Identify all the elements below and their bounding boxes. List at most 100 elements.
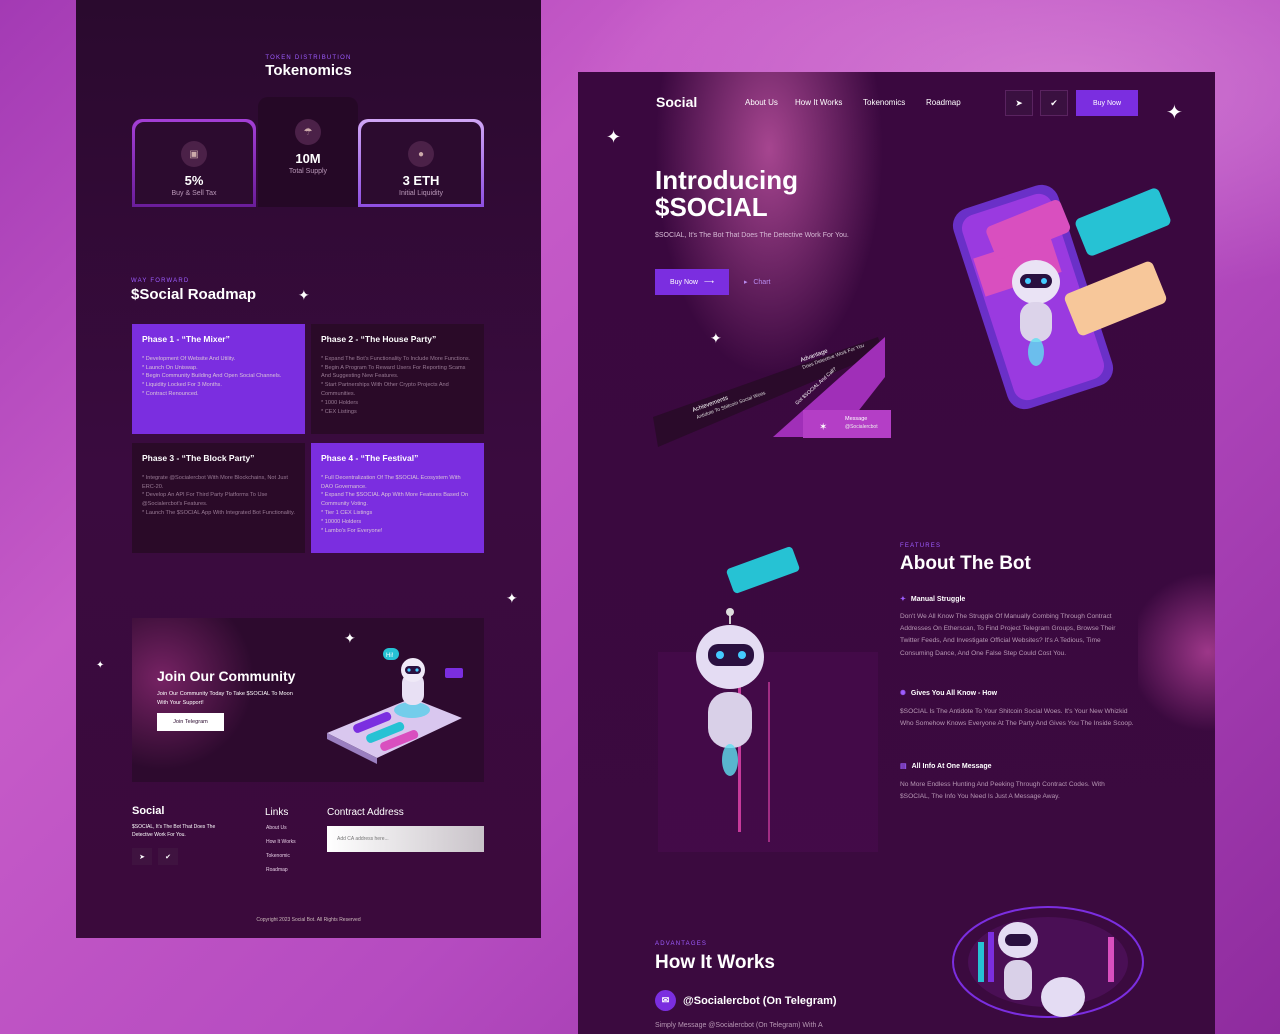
hero-phone-robot-illustration bbox=[952, 184, 1171, 410]
join-telegram-button[interactable]: Join Telegram bbox=[157, 713, 224, 731]
footer-link-how[interactable]: How It Works bbox=[266, 839, 296, 845]
list-item: * Launch On Uniswap. bbox=[142, 364, 198, 371]
features-title: About The Bot bbox=[900, 553, 1031, 574]
copyright: Copyright 2023 Social Bot. All Rights Re… bbox=[256, 917, 361, 923]
contract-address-title: Contract Address bbox=[327, 807, 404, 818]
message-icon: ▤ bbox=[900, 763, 907, 770]
list-item: * Integrate @Socialercbot With More Bloc… bbox=[142, 474, 288, 490]
banner-message-label: Message bbox=[845, 416, 867, 422]
footer-tagline: $SOCIAL, It's The Bot That Does The Dete… bbox=[132, 824, 216, 838]
list-item: * Start Partnerships With Other Crypto P… bbox=[321, 382, 449, 398]
feature-title-1: ✦ Manual Struggle bbox=[900, 595, 965, 604]
card-label: Buy & Sell Tax bbox=[171, 190, 217, 197]
phase-list: * Full Decentralization Of The $SOCIAL E… bbox=[321, 474, 474, 537]
left-page-panel: TOKEN DISTRIBUTION Tokenomics ▣ 5% Buy &… bbox=[76, 0, 541, 938]
footer-link-about[interactable]: About Us bbox=[266, 825, 287, 831]
roadmap-eyebrow: WAY FORWARD bbox=[131, 278, 190, 284]
nav-buy-button[interactable]: Buy Now bbox=[1076, 90, 1138, 116]
sparkle-icon: ✦ bbox=[96, 660, 105, 671]
contract-address-input[interactable] bbox=[327, 826, 484, 852]
phase-list: * Development Of Website And Utility. * … bbox=[142, 355, 295, 400]
feature-text-3: No More Endless Hunting And Peeking Thro… bbox=[900, 781, 1105, 801]
sparkle-icon: ✦ bbox=[1166, 102, 1183, 124]
telegram-icon[interactable]: ➤ bbox=[1005, 90, 1033, 116]
twitter-icon[interactable]: ✔ bbox=[158, 848, 178, 865]
how-robots-illustration bbox=[952, 906, 1144, 1018]
footer-link-roadmap[interactable]: Roadmap bbox=[266, 867, 288, 873]
hero-title: Introducing $SOCIAL bbox=[655, 165, 798, 223]
how-text: Simply Message @Socialercbot (On Telegra… bbox=[655, 1022, 823, 1029]
phase-list: * Expand The Bot's Functionality To Incl… bbox=[321, 355, 474, 418]
card-label: Total Supply bbox=[288, 168, 328, 175]
card-value: 10M bbox=[295, 151, 321, 166]
sparkle-icon: ✦ bbox=[506, 590, 518, 606]
community-banner: Join Our Community Join Our Community To… bbox=[132, 618, 484, 782]
tokenomics-eyebrow: TOKEN DISTRIBUTION bbox=[265, 55, 352, 61]
tokenomics-cards: ▣ 5% Buy & Sell Tax ☂ 10M Total Supply ●… bbox=[132, 97, 484, 207]
banner-message-text: @Socialercbot bbox=[845, 424, 878, 430]
community-phone-illustration: Hi! bbox=[327, 648, 463, 764]
footer-links-title: Links bbox=[265, 807, 289, 818]
list-item: * Begin A Program To Reward Users For Re… bbox=[321, 364, 466, 380]
feature-title-text: All Info At One Message bbox=[911, 762, 992, 770]
phase-title: Phase 2 - “The House Party” bbox=[321, 334, 437, 344]
how-telegram-handle: ✉ @Socialercbot (On Telegram) bbox=[655, 990, 837, 1011]
features-eyebrow: FEATURES bbox=[900, 543, 942, 549]
tokenomics-card-supply: ☂ 10M Total Supply bbox=[258, 97, 358, 207]
hero-chart-link[interactable]: ▸ Chart bbox=[744, 278, 770, 286]
list-item: * Launch The $SOCIAL App With Integrated… bbox=[142, 510, 295, 517]
tokenomics-title: Tokenomics bbox=[265, 62, 352, 79]
list-item: * Lambo's For Everyone! bbox=[321, 528, 383, 535]
phase-card-3: Phase 3 - “The Block Party” * Integrate … bbox=[132, 443, 305, 553]
bubble-text: Hi! bbox=[386, 653, 394, 659]
right-page-panel: Social About Us How It Works Tokenomics … bbox=[578, 72, 1215, 1034]
hero-buy-label: Buy Now bbox=[669, 278, 698, 286]
nav-link-how[interactable]: How It Works bbox=[795, 98, 842, 107]
phase-card-1: Phase 1 - “The Mixer” * Development Of W… bbox=[132, 324, 305, 434]
feature-title-3: ▤ All Info At One Message bbox=[900, 762, 992, 771]
list-item: * Begin Community Building And Open Soci… bbox=[142, 373, 282, 380]
phase-list: * Integrate @Socialercbot With More Bloc… bbox=[142, 474, 295, 519]
list-item: * Develop An API For Third Party Platfor… bbox=[142, 492, 268, 508]
twitter-icon[interactable]: ✔ bbox=[1040, 90, 1068, 116]
nav-link-roadmap[interactable]: Roadmap bbox=[926, 98, 961, 107]
chat-icon: ✉ bbox=[655, 990, 676, 1011]
roadmap-header: WAY FORWARD $Social Roadmap bbox=[131, 278, 256, 303]
play-icon: ▸ bbox=[744, 279, 748, 286]
community-text: Join Our Community Today To Take $SOCIAL… bbox=[157, 691, 293, 706]
telegram-icon[interactable]: ➤ bbox=[132, 848, 152, 865]
list-item: * 1000 Holders bbox=[321, 400, 359, 407]
hero-title-line1: Introducing bbox=[655, 165, 798, 195]
how-eyebrow: ADVANTAGES bbox=[655, 941, 708, 947]
card-value: 5% bbox=[184, 173, 204, 188]
tokenomics-header: TOKEN DISTRIBUTION Tokenomics bbox=[76, 55, 541, 79]
nav-link-tokenomics[interactable]: Tokenomics bbox=[863, 98, 905, 107]
list-item: * Full Decentralization Of The $SOCIAL E… bbox=[321, 474, 461, 490]
side-glow bbox=[1138, 552, 1215, 752]
sparkle-icon: ✦ bbox=[900, 596, 906, 603]
list-item: * 10000 Holders bbox=[321, 519, 362, 526]
list-item: * Tier 1 CEX Listings bbox=[321, 510, 373, 517]
phase-title: Phase 1 - “The Mixer” bbox=[142, 334, 230, 344]
sparkle-icon: ✦ bbox=[298, 287, 310, 303]
list-item: * Expand The Bot's Functionality To Incl… bbox=[321, 355, 471, 362]
nav-link-about[interactable]: About Us bbox=[745, 98, 778, 107]
hero-title-line2: $SOCIAL bbox=[655, 192, 768, 223]
sparkle-icon: ✦ bbox=[606, 127, 622, 147]
feature-text-1: Don't We All Know The Struggle Of Manual… bbox=[900, 613, 1116, 657]
nav-logo[interactable]: Social bbox=[656, 94, 697, 110]
how-handle-text: @Socialercbot (On Telegram) bbox=[683, 994, 837, 1007]
list-item: * Expand The $SOCIAL App With More Featu… bbox=[321, 492, 469, 508]
footer-link-tokenomic[interactable]: Tokenomic bbox=[266, 853, 290, 859]
arrow-right-icon: ⟶ bbox=[703, 279, 715, 286]
feature-title-text: Gives You All Know - How bbox=[910, 689, 998, 697]
community-title: Join Our Community bbox=[157, 668, 296, 684]
phase-card-2: Phase 2 - “The House Party” * Expand The… bbox=[311, 324, 484, 434]
how-title: How It Works bbox=[655, 952, 775, 973]
hero-chart-label: Chart bbox=[753, 279, 771, 286]
tokenomics-card-liquidity: ● 3 ETH Initial Liquidity bbox=[358, 119, 484, 207]
features-robot-illustration bbox=[658, 546, 878, 852]
footer-logo: Social bbox=[132, 805, 165, 817]
hero-buy-button[interactable]: Buy Now ⟶ bbox=[655, 269, 729, 295]
sparkle-icon: ✦ bbox=[710, 330, 722, 346]
